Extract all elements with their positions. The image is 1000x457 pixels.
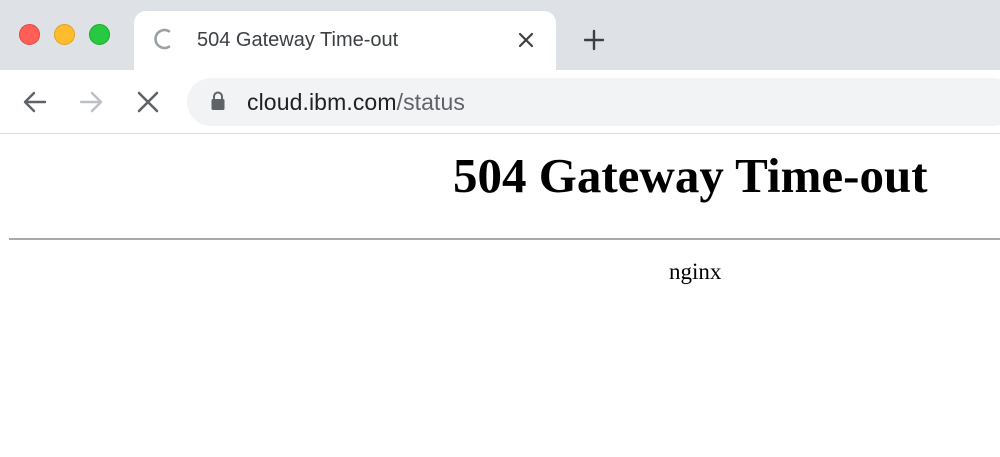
browser-toolbar: cloud.ibm.com/status: [0, 70, 1000, 134]
forward-arrow-icon[interactable]: [78, 89, 104, 115]
url-path: /status: [396, 89, 466, 115]
active-tab[interactable]: 504 Gateway Time-out: [134, 11, 556, 71]
back-arrow-icon[interactable]: [22, 89, 48, 115]
window-close-button[interactable]: [19, 24, 40, 45]
window-minimize-button[interactable]: [54, 24, 75, 45]
window-maximize-button[interactable]: [89, 24, 110, 45]
stop-loading-icon[interactable]: [135, 89, 161, 115]
loading-spinner-icon: [154, 28, 171, 50]
browser-window: 504 Gateway Time-out cloud.ibm.com/statu…: [0, 0, 1000, 457]
lock-icon[interactable]: [210, 91, 226, 111]
server-name: nginx: [669, 259, 722, 284]
error-heading: 504 Gateway Time-out: [453, 148, 928, 203]
tab-close-icon[interactable]: [516, 30, 536, 50]
address-bar[interactable]: cloud.ibm.com/status: [187, 78, 1000, 126]
tab-strip: 504 Gateway Time-out: [0, 0, 1000, 71]
url-text[interactable]: cloud.ibm.com/status: [247, 89, 465, 116]
page-content: 504 Gateway Time-out nginx: [0, 135, 1000, 457]
new-tab-plus-icon[interactable]: [582, 28, 606, 52]
url-host: cloud.ibm.com: [247, 89, 397, 115]
tab-title: 504 Gateway Time-out: [197, 29, 399, 51]
horizontal-rule: [9, 238, 1000, 240]
